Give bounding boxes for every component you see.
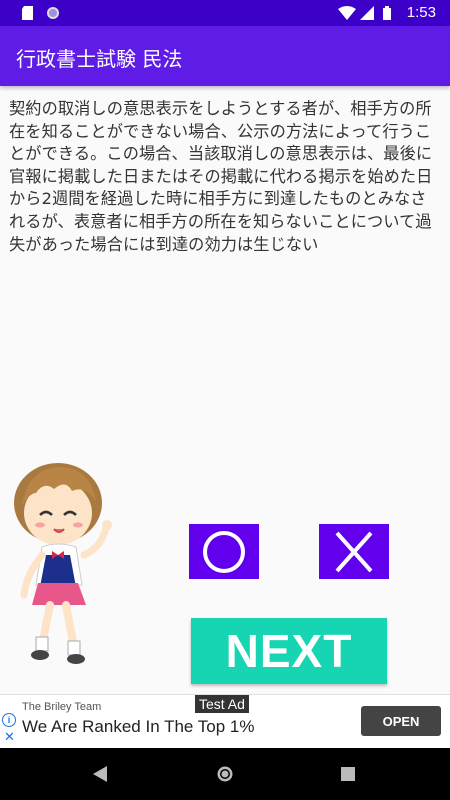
- signal-icon: [360, 6, 374, 20]
- mascot-girl-illustration: [14, 463, 112, 664]
- ad-advertiser: The Briley Team: [22, 701, 102, 713]
- page-title: 行政書士試験 民法: [16, 47, 183, 71]
- ad-headline[interactable]: We Are Ranked In The Top 1%: [22, 717, 254, 737]
- navigation-bar: [0, 748, 450, 800]
- correct-answer-button[interactable]: [189, 524, 259, 579]
- battery-icon: [383, 6, 391, 20]
- app-bar: 行政書士試験 民法: [0, 26, 450, 86]
- next-button[interactable]: NEXT: [191, 618, 387, 684]
- test-ad-badge: Test Ad: [195, 695, 249, 713]
- ad-banner[interactable]: Test Ad i ✕ The Briley Team We Are Ranke…: [0, 694, 450, 749]
- cross-icon: [335, 531, 373, 572]
- status-bar: 1:53: [0, 0, 450, 26]
- recents-icon[interactable]: [341, 767, 355, 781]
- status-time: 1:53: [406, 4, 436, 21]
- circle-icon: [203, 530, 245, 573]
- wifi-icon: [338, 6, 356, 20]
- home-icon[interactable]: [216, 765, 234, 783]
- question-text: 契約の取消しの意思表示をしようとする者が、相手方の所在を知ることができない場合、…: [9, 99, 433, 254]
- ad-close-icon[interactable]: ✕: [4, 729, 15, 745]
- sd-card-icon: [22, 6, 33, 20]
- sync-icon: [47, 7, 59, 19]
- ad-open-button[interactable]: OPEN: [361, 706, 441, 736]
- back-icon[interactable]: [93, 766, 107, 782]
- ad-info-icon[interactable]: i: [2, 713, 16, 727]
- wrong-answer-button[interactable]: [319, 524, 389, 579]
